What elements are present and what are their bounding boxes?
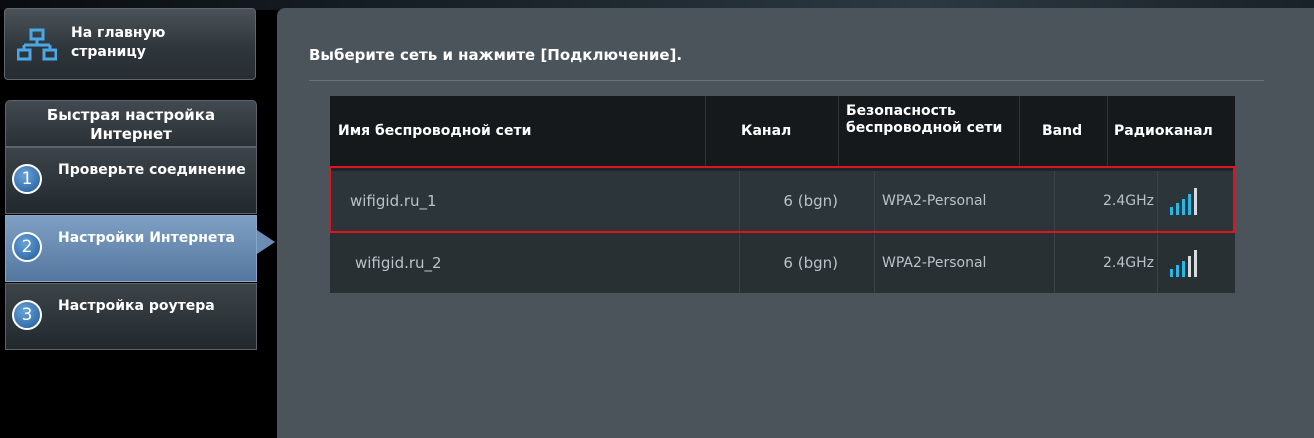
security-cell: WPA2-Personal <box>875 233 1055 293</box>
band-cell: 2.4GHz <box>1055 233 1158 293</box>
active-step-pointer-icon <box>257 230 275 254</box>
main-panel: Выберите сеть и нажмите [Подключение]. И… <box>277 8 1314 438</box>
step-label: Проверьте соединение <box>58 162 246 178</box>
step-label: Настройки Интернета <box>58 230 235 246</box>
step-number-badge: 1 <box>12 164 42 194</box>
step-internet-settings[interactable]: 2 Настройки Интернета <box>5 215 257 282</box>
quick-setup-title: Быстрая настройка Интернет <box>5 100 257 147</box>
step-label: Настройка роутера <box>58 298 215 314</box>
table-row[interactable]: wifigid.ru_2 6 (bgn) WPA2-Personal 2.4GH… <box>330 233 1235 293</box>
channel-cell: 6 (bgn) <box>740 233 875 293</box>
column-header-security[interactable]: Безопасность беспроводной сети <box>839 96 1020 168</box>
step-number-badge: 2 <box>12 232 42 262</box>
step-router-setup[interactable]: 3 Настройка роутера <box>5 283 257 350</box>
signal-cell <box>1158 233 1235 293</box>
ssid-cell: wifigid.ru_2 <box>330 233 740 293</box>
ssid-cell: wifigid.ru_1 <box>330 171 740 231</box>
band-cell: 2.4GHz <box>1055 171 1158 231</box>
signal-strength-icon <box>1170 250 1197 277</box>
column-header-signal[interactable]: Радиоканал <box>1108 96 1235 168</box>
table-header: Имя беспроводной сети Канал Безопасность… <box>330 96 1235 168</box>
wireless-network-table: Имя беспроводной сети Канал Безопасность… <box>330 96 1235 293</box>
security-cell: WPA2-Personal <box>875 171 1055 231</box>
channel-cell: 6 (bgn) <box>740 171 875 231</box>
signal-strength-icon <box>1170 188 1197 215</box>
table-row[interactable]: wifigid.ru_1 6 (bgn) WPA2-Personal 2.4GH… <box>330 171 1235 231</box>
signal-cell <box>1158 171 1235 231</box>
network-map-icon <box>17 28 57 61</box>
divider <box>309 80 1264 81</box>
column-header-ssid[interactable]: Имя беспроводной сети <box>330 96 706 168</box>
step-check-connection[interactable]: 1 Проверьте соединение <box>5 147 257 214</box>
column-header-band[interactable]: Band <box>1020 96 1108 168</box>
column-header-channel[interactable]: Канал <box>706 96 839 168</box>
instruction-text: Выберите сеть и нажмите [Подключение]. <box>309 46 683 64</box>
home-button[interactable]: На главную страницу <box>4 8 256 80</box>
home-label: На главную страницу <box>71 25 166 60</box>
step-number-badge: 3 <box>12 300 42 330</box>
